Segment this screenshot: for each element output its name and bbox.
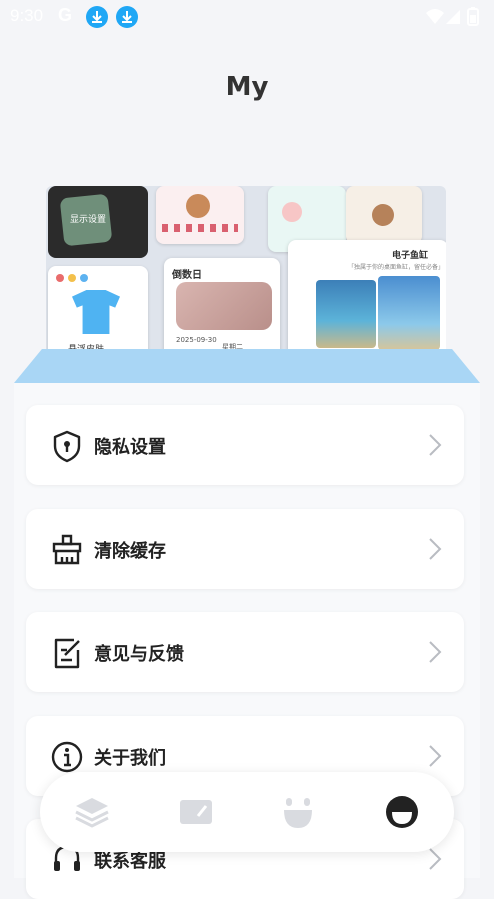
banner-card-floating-skin: 悬浮皮肤 (48, 266, 148, 362)
signal-icon (446, 10, 460, 24)
carrier-letter: G (58, 5, 73, 25)
countdown-label: 倒数日 (172, 270, 202, 281)
chevron-right-icon (428, 847, 442, 871)
edit-note-icon (50, 636, 84, 670)
countdown-date: 2025-09-30 (176, 336, 217, 344)
banner-collage: 显示设置 悬浮皮肤 倒数日 2025-09-30 星期二 365 (46, 186, 446, 366)
chevron-right-icon (428, 640, 442, 664)
download-icon (116, 6, 138, 28)
banner-card-bear (346, 186, 422, 244)
status-bar: 9:30 G (0, 0, 494, 34)
chevron-right-icon (428, 433, 442, 457)
profile-face-icon (386, 796, 418, 828)
tab-card-edit[interactable] (176, 792, 216, 832)
menu-item-label: 意见与反馈 (94, 644, 184, 665)
aquarium-tank-2 (378, 276, 440, 350)
banner-card-countdown: 倒数日 2025-09-30 星期二 365 (164, 258, 280, 363)
banner-card-display-settings: 显示设置 (48, 186, 148, 258)
tab-layers[interactable] (72, 792, 112, 832)
menu-item-label: 清除缓存 (94, 541, 166, 562)
menu-item-label: 隐私设置 (94, 437, 166, 458)
chevron-right-icon (428, 744, 442, 768)
banner-card-pattern (156, 186, 244, 244)
menu-item-feedback[interactable]: 意见与反馈 (26, 612, 464, 692)
status-time: 9:30 (10, 6, 44, 25)
layers-icon (75, 798, 109, 828)
tshirt-icon (72, 290, 120, 334)
page-title: My (225, 72, 269, 102)
chevron-right-icon (428, 537, 442, 561)
countdown-photo (176, 282, 272, 330)
download-icon (86, 6, 108, 28)
banner-card-label: 显示设置 (70, 215, 107, 225)
broom-icon (50, 533, 84, 567)
menu-item-label: 关于我们 (94, 748, 166, 769)
aquarium-label: 电子鱼缸 (392, 251, 429, 261)
aquarium-subtitle: 「独属于你的桌面鱼缸，留任必备」 (348, 264, 445, 271)
info-icon (50, 740, 84, 774)
tab-face[interactable] (278, 792, 318, 832)
battery-icon (467, 7, 479, 26)
wifi-icon (426, 9, 444, 24)
tab-profile[interactable] (382, 792, 422, 832)
bottom-tab-bar (40, 772, 454, 852)
menu-item-clear-cache[interactable]: 清除缓存 (26, 509, 464, 589)
card-edit-icon (180, 800, 212, 824)
status-right-icons (424, 7, 484, 31)
banner-card-aquarium: 电子鱼缸 「独属于你的桌面鱼缸，留任必备」 (288, 240, 446, 366)
aquarium-tank-1 (316, 280, 376, 348)
banner-shelf (14, 349, 480, 383)
shield-icon (50, 429, 84, 463)
face-icon (284, 798, 312, 828)
menu-item-privacy-settings[interactable]: 隐私设置 (26, 405, 464, 485)
feature-banner[interactable]: 显示设置 悬浮皮肤 倒数日 2025-09-30 星期二 365 (14, 184, 480, 384)
